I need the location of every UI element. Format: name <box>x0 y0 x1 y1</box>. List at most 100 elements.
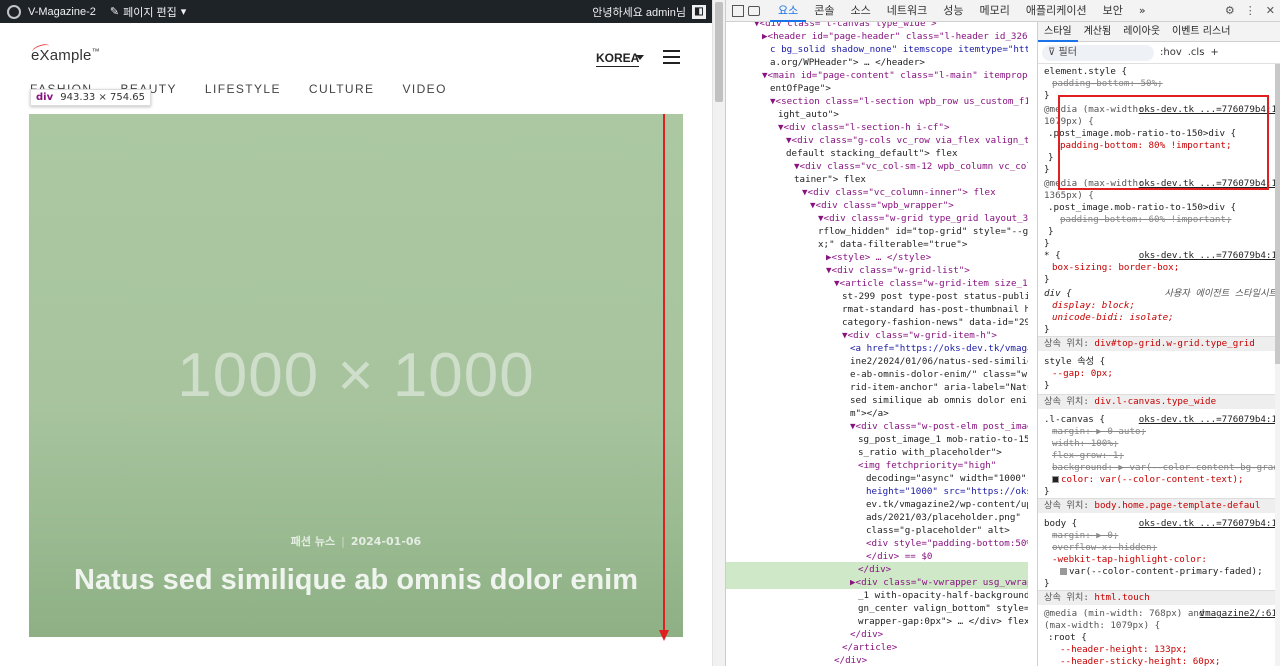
root-prop-0[interactable]: --header-height: 133px; <box>1060 644 1187 656</box>
dom-node-line[interactable]: e-ab-omnis-dolor-enim/" class="w-g <box>850 368 1028 381</box>
tab-styles[interactable]: 스타일 <box>1038 22 1078 42</box>
page-scrollbar[interactable] <box>712 0 725 666</box>
kebab-menu-icon[interactable]: ⋮ <box>1245 4 1256 17</box>
nav-item-culture[interactable]: CULTURE <box>309 82 375 96</box>
root-source-link[interactable]: vmagazine2/:61 <box>1200 608 1277 620</box>
tab-layout[interactable]: 레이아웃 <box>1117 22 1166 42</box>
tab-network[interactable]: 네트워크 <box>879 0 935 22</box>
dom-node-line[interactable]: ads/2021/03/placeholder.png" <box>866 511 1021 524</box>
filter-input[interactable]: ⊽ 필터 <box>1042 44 1154 61</box>
inherited-from-body[interactable]: 상속 위치: body.home.page-template-defaul <box>1044 500 1260 512</box>
dom-node-line[interactable]: entOfPage"> <box>770 82 831 95</box>
dom-node-line[interactable]: ▶<header id="page-header" class="l-heade… <box>762 30 1028 43</box>
dom-node-line[interactable]: <img fetchpriority="high" <box>858 459 996 472</box>
gap-prop[interactable]: --gap: 0px; <box>1052 368 1113 380</box>
dom-node-line[interactable]: gn_center valign_bottom" style="--v <box>858 602 1028 615</box>
inherited-from-canvas[interactable]: 상속 위치: div.l-canvas.type_wide <box>1044 396 1216 408</box>
root-prop-1[interactable]: --header-sticky-height: 60px; <box>1060 656 1220 666</box>
wordpress-icon[interactable] <box>7 4 21 19</box>
hamburger-menu-icon[interactable] <box>663 50 680 64</box>
nav-item-video[interactable]: VIDEO <box>402 82 446 96</box>
color-swatch[interactable] <box>1060 568 1067 575</box>
dom-node-line[interactable]: st-299 post type-post status-publish fo <box>842 290 1028 303</box>
dom-node-line[interactable]: </article> <box>842 641 897 654</box>
elements-tree[interactable]: ▼<div class="l-canvas type_wide"> ▶<heade… <box>726 22 1028 666</box>
dom-node-line[interactable]: x;" data-filterable="true"> <box>818 238 967 251</box>
dom-node-line[interactable]: sed similique ab omnis dolor eni <box>850 394 1027 407</box>
scrollbar-thumb[interactable] <box>715 2 723 102</box>
inherited-from-html[interactable]: 상속 위치: html.touch <box>1044 592 1150 604</box>
dom-node-line[interactable]: tainer"> flex <box>794 173 866 186</box>
dom-node-line[interactable]: decoding="async" width="1000" <box>866 472 1026 485</box>
dom-node-line[interactable]: </div> <box>834 654 867 666</box>
tab-console[interactable]: 콘솔 <box>806 0 842 22</box>
dom-node-line[interactable]: ▼<div class="vc_col-sm-12 wpb_column vc_… <box>794 160 1028 173</box>
dom-node-line[interactable]: <div style="padding-bottom:50%"> <box>866 537 1028 550</box>
canvas-prop-4[interactable]: color: var(--color-content-text); <box>1052 474 1244 486</box>
dom-node-line[interactable]: rmat-standard has-post-thumbnail hentry <box>842 303 1028 316</box>
dom-node-line[interactable]: ▶<style> … </style> <box>826 251 931 264</box>
color-swatch[interactable] <box>1052 476 1059 483</box>
tab-sources[interactable]: 소스 <box>843 0 879 22</box>
canvas-source-link[interactable]: oks-dev.tk_...=776079b4:1 <box>1139 414 1277 426</box>
tab-computed[interactable]: 계산됨 <box>1078 22 1118 42</box>
tab-performance[interactable]: 성능 <box>935 0 971 22</box>
dom-node-line[interactable]: wrapper-gap:0px"> … </div> flex <box>858 615 1028 628</box>
dom-node-line[interactable]: ▼<div class="w-grid type_grid layout_321… <box>818 212 1028 225</box>
dom-node-line[interactable]: class="g-placeholder" alt> <box>866 524 1010 537</box>
dom-node-line[interactable]: ▼<main id="page-content" class="l-main" … <box>762 69 1028 82</box>
dom-node-line[interactable]: rid-item-anchor" aria-label="Natus <box>850 381 1028 394</box>
dom-node-line[interactable]: category-fashion-news" data-id="299"> <box>842 316 1028 329</box>
tab-memory[interactable]: 메모리 <box>971 0 1017 22</box>
caret-down-icon[interactable] <box>636 55 644 60</box>
star-source-link[interactable]: oks-dev.tk_...=776079b4:1 <box>1139 250 1277 262</box>
tab-application[interactable]: 애플리케이션 <box>1018 0 1095 22</box>
tab-event-listeners[interactable]: 이벤트 리스너 <box>1166 22 1236 42</box>
more-tabs-button[interactable]: » <box>1131 0 1154 22</box>
dom-node-line[interactable]: ine2/2024/01/06/natus-sed-similiqu <box>850 355 1028 368</box>
dom-node-line[interactable]: </div> == $0 <box>866 550 932 563</box>
dom-node-line[interactable]: _1 with-opacity-half-background ali <box>858 589 1028 602</box>
dom-node-line[interactable]: rflow_hidden" id="top-grid" style="--gap… <box>818 225 1028 238</box>
dom-node-line[interactable]: ▼<div class="l-section-h i-cf"> <box>778 121 949 134</box>
dom-node-line[interactable]: </div> <box>850 628 883 641</box>
dom-node-line[interactable]: sg_post_image_1 mob-ratio-to-150 ha <box>858 433 1028 446</box>
body-source-link[interactable]: oks-dev.tk_...=776079b4:1 <box>1139 518 1277 530</box>
body-prop-2[interactable]: -webkit-tap-highlight-color: <box>1052 554 1207 566</box>
dom-node-line[interactable]: ▼<div class="l-canvas type_wide"> <box>754 22 937 30</box>
featured-post-card[interactable]: 1000 × 1000 패션 뉴스 | 2024-01-06 Natus sed s… <box>29 114 683 637</box>
dom-node-line[interactable]: <a href="https://oks-dev.tk/vmagaz <box>850 342 1028 355</box>
hover-state-toggle[interactable]: :hov <box>1160 47 1182 59</box>
dom-node-line[interactable]: height="1000" src="https://oks-d <box>866 485 1028 498</box>
language-selector[interactable]: KOREA <box>596 51 640 67</box>
post-title[interactable]: Natus sed similique ab omnis dolor enim <box>29 564 683 597</box>
dom-node-line[interactable]: c bg_solid shadow_none" itemscope itemty… <box>770 43 1028 56</box>
nav-item-lifestyle[interactable]: LIFESTYLE <box>205 82 281 96</box>
dom-node-line[interactable]: ▼<div class="g-cols vc_row via_flex vali… <box>786 134 1028 147</box>
tab-elements[interactable]: 요소 <box>770 0 807 22</box>
dom-node-line[interactable]: ▼<article class="w-grid-item size_1x1 po <box>834 277 1028 290</box>
inherited-from-grid[interactable]: 상속 위치: div#top-grid.w-grid.type_grid <box>1044 338 1255 350</box>
dom-node-line[interactable]: ▼<div class="wpb_wrapper"> <box>810 199 954 212</box>
dom-node-line[interactable]: ▶<div class="w-vwrapper usg_vwrapper <box>850 576 1028 589</box>
dom-node-line[interactable]: s_ratio with_placeholder"> <box>858 446 1002 459</box>
site-name-link[interactable]: V-Magazine-2 <box>28 6 96 18</box>
dom-node-line[interactable]: ▼<section class="l-section wpb_row us_cu… <box>770 95 1028 108</box>
dom-node-line[interactable]: ev.tk/vmagazine2/wp-content/uplo <box>866 498 1028 511</box>
site-logo[interactable]: eXample™ <box>31 42 100 64</box>
dom-node-line[interactable]: ▼<div class="w-post-elm post_image u <box>850 420 1028 433</box>
dom-node-line[interactable]: a.org/WPHeader"> … </header> <box>770 56 925 69</box>
dom-node-line[interactable]: </div> <box>858 563 891 576</box>
edit-page-link[interactable]: ✎ 페이지 편집 ▾ <box>110 4 186 20</box>
gear-icon[interactable]: ⚙ <box>1225 4 1235 17</box>
dom-node-line[interactable]: ▼<div class="vc_column-inner"> flex <box>802 186 996 199</box>
post-category[interactable]: 패션 뉴스 <box>291 535 335 548</box>
star-prop[interactable]: box-sizing: border-box; <box>1052 262 1179 274</box>
new-rule-button[interactable]: + <box>1210 47 1218 59</box>
styles-scrollbar[interactable] <box>1275 64 1280 666</box>
scrollbar-thumb[interactable] <box>1275 64 1280 364</box>
inspect-element-icon[interactable] <box>732 4 744 17</box>
dom-node-line[interactable]: m"></a> <box>850 407 889 420</box>
tab-security[interactable]: 보안 <box>1095 0 1131 22</box>
account-menu[interactable]: 안녕하세요 admin님 ◧ <box>592 4 706 20</box>
